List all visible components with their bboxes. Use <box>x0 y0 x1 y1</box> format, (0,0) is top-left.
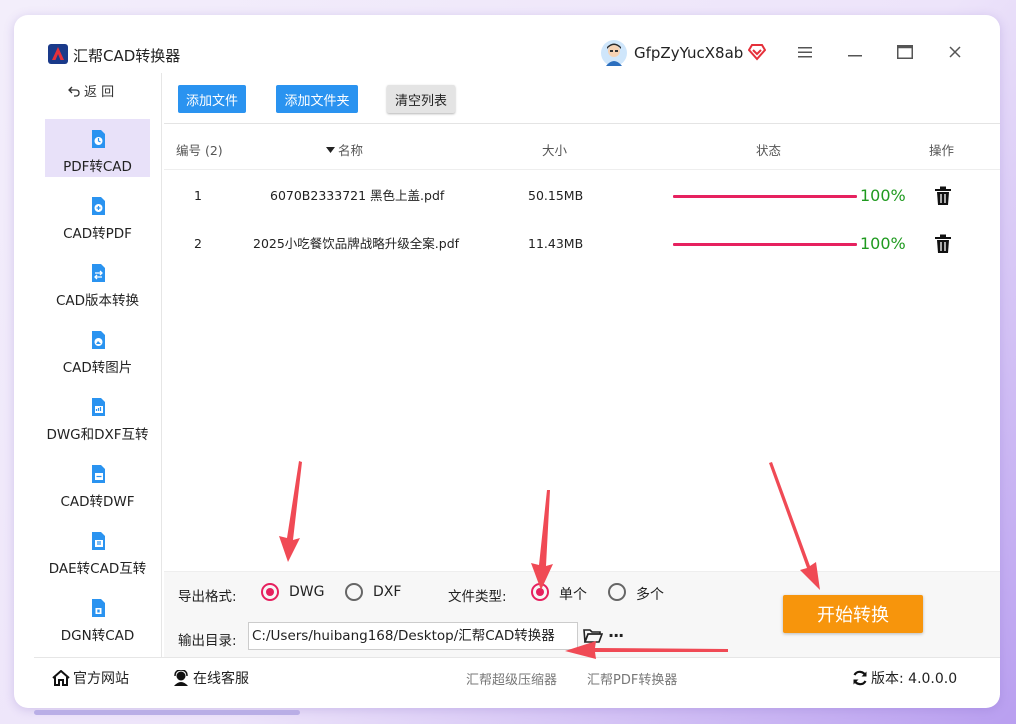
back-button[interactable]: 返 回 <box>68 81 114 100</box>
sidebar-item-dae-cad[interactable]: DAE转CAD互转 <box>45 521 150 579</box>
official-website-label: 官方网站 <box>73 671 129 687</box>
maximize-button[interactable] <box>894 41 916 63</box>
folder-open-icon[interactable] <box>583 627 603 645</box>
progress-fill <box>673 195 857 198</box>
sidebar-item-dwg-dxf[interactable]: DWG和DXF互转 <box>45 387 150 445</box>
cad-to-dwf-icon <box>91 465 105 483</box>
online-support-link[interactable]: 在线客服 <box>172 668 249 688</box>
row-size: 11.43MB <box>528 236 584 251</box>
sidebar-item-label: PDF转CAD <box>63 159 132 175</box>
sidebar-item-label: CAD转DWF <box>60 494 135 510</box>
sidebar-item-cad-to-pdf[interactable]: CAD转PDF <box>45 186 150 244</box>
footer: 官方网站 在线客服 汇帮超级压缩器 汇帮PDF转换器 版本: 4.0.0.0 <box>34 657 1000 695</box>
radio-dxf-label[interactable]: DXF <box>373 584 401 600</box>
progress-bar <box>673 195 857 198</box>
close-icon <box>949 46 961 58</box>
back-arrow-icon <box>68 86 80 97</box>
more-icon[interactable]: ··· <box>608 626 628 646</box>
progress-text: 100% <box>860 186 906 205</box>
home-icon <box>52 670 70 686</box>
clear-list-button[interactable]: 清空列表 <box>387 85 455 113</box>
horizontal-scrollbar[interactable] <box>34 710 300 715</box>
header-action: 操作 <box>929 143 955 158</box>
app-window: 汇帮CAD转换器 GfpZyYucX8ab 返 回 PDF转CAD CAD转PD… <box>14 15 1000 708</box>
sidebar: 返 回 PDF转CAD CAD转PDF CAD版本转换 CAD转图片 DWG和D… <box>34 73 162 657</box>
username[interactable]: GfpZyYucX8ab <box>634 44 743 62</box>
divider <box>164 169 1000 170</box>
sidebar-item-cad-version[interactable]: CAD版本转换 <box>45 253 150 311</box>
sidebar-item-label: CAD转PDF <box>63 226 132 242</box>
sidebar-item-label: DWG和DXF互转 <box>46 427 149 443</box>
pdf-to-cad-icon <box>91 130 105 148</box>
start-convert-button[interactable]: 开始转换 <box>783 595 923 633</box>
sidebar-item-cad-to-dwf[interactable]: CAD转DWF <box>45 454 150 512</box>
official-website-link[interactable]: 官方网站 <box>52 668 129 688</box>
sidebar-item-pdf-to-cad[interactable]: PDF转CAD <box>45 119 150 177</box>
support-agent-icon <box>174 670 188 686</box>
cad-version-icon <box>91 264 105 282</box>
output-label: 输出目录: <box>178 633 237 649</box>
version-label: 版本: 4.0.0.0 <box>871 671 958 687</box>
radio-single[interactable] <box>531 583 549 601</box>
sidebar-item-dgn-cad[interactable]: DGN转CAD <box>45 588 150 646</box>
avatar[interactable] <box>601 40 627 66</box>
minimize-button[interactable] <box>844 41 866 63</box>
refresh-icon <box>853 670 867 686</box>
header-index: 编号 (2) <box>176 143 223 158</box>
filetype-label: 文件类型: <box>448 589 507 605</box>
row-filename: 2025小吃餐饮品牌战略升级全案.pdf <box>253 236 460 251</box>
format-label: 导出格式: <box>178 589 237 605</box>
add-folder-button[interactable]: 添加文件夹 <box>276 85 358 113</box>
app-title: 汇帮CAD转换器 <box>73 47 181 65</box>
minimize-icon <box>848 55 862 57</box>
sidebar-item-cad-to-image[interactable]: CAD转图片 <box>45 320 150 378</box>
header-name[interactable]: 名称 <box>326 140 363 159</box>
progress-fill <box>673 243 857 246</box>
title-bar: 汇帮CAD转换器 GfpZyYucX8ab <box>14 15 1000 73</box>
sidebar-item-label: CAD版本转换 <box>55 293 140 309</box>
sidebar-item-label: DAE转CAD互转 <box>48 561 147 577</box>
hamburger-icon <box>798 47 812 58</box>
header-status: 状态 <box>756 143 782 158</box>
compressor-link[interactable]: 汇帮超级压缩器 <box>466 669 557 688</box>
add-file-button[interactable]: 添加文件 <box>178 85 246 113</box>
radio-dwg-label[interactable]: DWG <box>289 584 324 600</box>
header-name-label: 名称 <box>338 143 364 158</box>
table-row: 1 6070B2333721 黑色上盖.pdf 50.15MB 100% <box>164 173 1000 219</box>
row-index: 2 <box>194 236 202 251</box>
progress-bar <box>673 243 857 246</box>
row-filename: 6070B2333721 黑色上盖.pdf <box>270 188 445 203</box>
row-index: 1 <box>194 188 202 203</box>
online-support-label: 在线客服 <box>193 671 249 687</box>
close-button[interactable] <box>944 41 966 63</box>
radio-multiple[interactable] <box>608 583 626 601</box>
dae-cad-icon <box>91 532 105 550</box>
cad-to-image-icon <box>91 331 105 349</box>
radio-dxf[interactable] <box>345 583 363 601</box>
header-size: 大小 <box>542 143 568 158</box>
menu-button[interactable] <box>794 41 816 63</box>
radio-single-label[interactable]: 单个 <box>559 584 587 604</box>
vip-diamond-icon[interactable] <box>748 43 766 61</box>
progress-text: 100% <box>860 234 906 253</box>
row-size: 50.15MB <box>528 188 584 203</box>
dwg-dxf-icon <box>91 398 105 416</box>
radio-multiple-label[interactable]: 多个 <box>636 584 664 604</box>
sidebar-item-label: CAD转图片 <box>62 360 133 376</box>
sort-down-icon <box>326 146 335 153</box>
divider <box>164 123 1000 124</box>
output-path-input[interactable]: C:/Users/huibang168/Desktop/汇帮CAD转换器 <box>248 622 578 650</box>
dgn-cad-icon <box>91 599 105 617</box>
sidebar-item-label: DGN转CAD <box>60 628 135 644</box>
trash-icon[interactable] <box>934 234 952 254</box>
trash-icon[interactable] <box>934 186 952 206</box>
version-info[interactable]: 版本: 4.0.0.0 <box>852 668 957 688</box>
radio-dwg[interactable] <box>261 583 279 601</box>
cad-to-pdf-icon <box>91 197 105 215</box>
maximize-icon <box>897 45 913 59</box>
back-label: 返 回 <box>84 85 115 100</box>
app-logo-icon <box>48 44 68 64</box>
table-row: 2 2025小吃餐饮品牌战略升级全案.pdf 11.43MB 100% <box>164 221 1000 267</box>
pdf-converter-link[interactable]: 汇帮PDF转换器 <box>587 669 677 688</box>
